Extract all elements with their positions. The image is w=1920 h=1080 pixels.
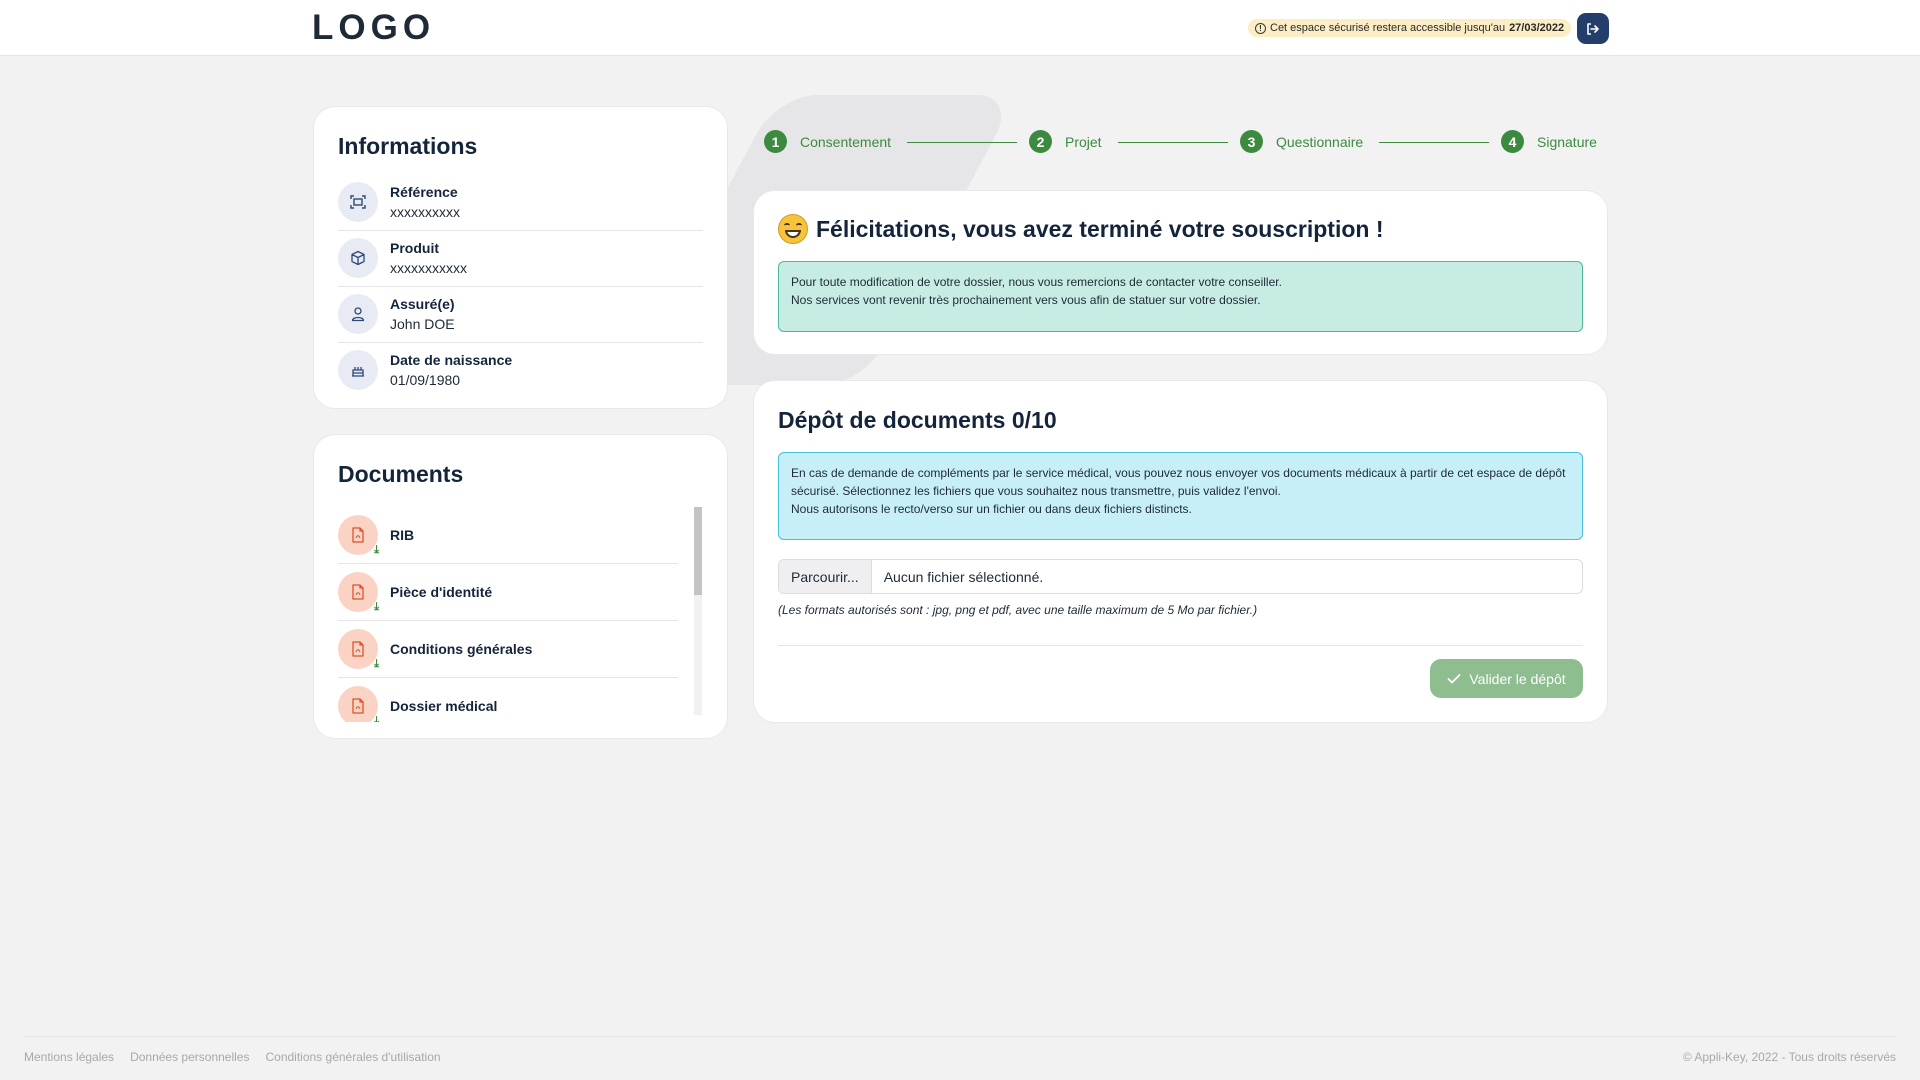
pdf-icon: ⤓ <box>338 572 379 613</box>
info-row-assure: Assuré(e) John DOE <box>338 286 703 343</box>
step-number: 4 <box>1501 130 1524 153</box>
step-label: Signature <box>1537 133 1597 150</box>
documents-scrollbar[interactable] <box>694 507 702 715</box>
check-icon <box>1447 673 1461 683</box>
documents-title: Documents <box>338 461 464 487</box>
info-circle-icon: ! <box>1255 22 1266 34</box>
browse-button[interactable]: Parcourir... <box>779 560 872 593</box>
document-label: Pièce d'identité <box>390 584 493 600</box>
document-label: Conditions générales <box>390 641 533 657</box>
divider <box>778 645 1583 646</box>
validate-label: Valider le dépôt <box>1469 670 1566 687</box>
logo[interactable]: LOGO <box>312 8 435 48</box>
logout-button[interactable] <box>1577 13 1609 44</box>
document-item-conditions-generales[interactable]: ⤓ Conditions générales <box>338 621 678 678</box>
step-connector <box>1379 142 1489 143</box>
document-label: Dossier médical <box>390 698 498 714</box>
user-icon <box>338 294 378 334</box>
notice-date: 27/03/2022 <box>1509 22 1565 34</box>
info-row-produit: Produit xxxxxxxxxxx <box>338 230 703 287</box>
file-status-text[interactable]: Aucun fichier sélectionné. <box>872 560 1044 593</box>
pdf-icon: ⤓ <box>338 686 379 722</box>
step-number: 3 <box>1240 130 1263 153</box>
top-header: LOGO ! Cet espace sécurisé restera acces… <box>0 0 1920 56</box>
produit-value: xxxxxxxxxxx <box>390 260 467 276</box>
step-number: 1 <box>764 130 787 153</box>
date-naissance-label: Date de naissance <box>390 352 513 368</box>
alert-line: Pour toute modification de votre dossier… <box>791 275 1282 289</box>
allowed-formats-note: (Les formats autorisés sont : jpg, png e… <box>778 603 1258 617</box>
info-row-reference: Référence xxxxxxxxxx <box>338 174 703 231</box>
step-connector <box>1118 142 1228 143</box>
scan-icon <box>338 182 378 222</box>
alert-line: sécurisé. Sélectionnez les fichiers que … <box>791 484 1281 498</box>
document-item-dossier-medical[interactable]: ⤓ Dossier médical <box>338 678 678 722</box>
scrollbar-thumb[interactable] <box>694 507 702 595</box>
pdf-icon: ⤓ <box>338 629 379 670</box>
step-projet: 2 Projet <box>1029 130 1102 153</box>
step-label: Consentement <box>800 133 892 150</box>
assure-label: Assuré(e) <box>390 296 455 312</box>
reference-value: xxxxxxxxxx <box>390 204 460 220</box>
documents-card: Documents ⤓ RIB ⤓ Pièce d'identité ⤓ Con… <box>313 434 728 739</box>
logout-icon <box>1587 22 1599 35</box>
document-label: RIB <box>390 527 415 543</box>
download-icon: ⤓ <box>374 601 379 613</box>
informations-card: Informations Référence xxxxxxxxxx Produi… <box>313 106 728 409</box>
reference-label: Référence <box>390 184 458 200</box>
date-naissance-value: 01/09/1980 <box>390 372 461 388</box>
assure-value: John DOE <box>390 316 455 332</box>
step-signature: 4 Signature <box>1501 130 1597 153</box>
alert-line: Nous autorisons le recto/verso sur un fi… <box>791 502 1192 516</box>
file-input[interactable]: Parcourir... Aucun fichier sélectionné. <box>778 559 1583 594</box>
footer-divider <box>24 1036 1896 1037</box>
footer-link-conditions-generales[interactable]: Conditions générales d'utilisation <box>265 1050 440 1064</box>
pdf-icon: ⤓ <box>338 515 379 556</box>
document-item-piece-identite[interactable]: ⤓ Pièce d'identité <box>338 564 678 621</box>
notice-text: Cet espace sécurisé restera accessible j… <box>1270 22 1506 34</box>
documents-list: ⤓ RIB ⤓ Pièce d'identité ⤓ Conditions gé… <box>338 507 678 722</box>
produit-label: Produit <box>390 240 439 256</box>
info-alert: En cas de demande de compléments par le … <box>778 452 1583 540</box>
access-notice-badge: ! Cet espace sécurisé restera accessible… <box>1248 19 1572 37</box>
step-consentement: 1 Consentement <box>764 130 891 153</box>
validate-upload-button[interactable]: Valider le dépôt <box>1430 659 1583 698</box>
box-icon <box>338 238 378 278</box>
download-icon: ⤓ <box>374 544 379 556</box>
success-alert: Pour toute modification de votre dossier… <box>778 261 1583 332</box>
document-upload-card: Dépôt de documents 0/10 En cas de demand… <box>753 380 1608 723</box>
footer-links: Mentions légales Données personnelles Co… <box>24 1050 441 1064</box>
document-item-rib[interactable]: ⤓ RIB <box>338 507 678 564</box>
alert-line: En cas de demande de compléments par le … <box>791 466 1566 480</box>
step-label: Projet <box>1065 133 1102 150</box>
congratulations-title: Félicitations, vous avez terminé votre s… <box>816 215 1384 242</box>
informations-title: Informations <box>338 133 478 159</box>
step-questionnaire: 3 Questionnaire <box>1240 130 1363 153</box>
cake-icon <box>338 350 378 390</box>
step-connector <box>907 142 1017 143</box>
download-icon: ⤓ <box>374 658 379 670</box>
step-label: Questionnaire <box>1276 133 1364 150</box>
alert-line: Nos services vont revenir très prochaine… <box>791 293 1261 307</box>
info-row-date-naissance: Date de naissance 01/09/1980 <box>338 342 703 398</box>
copyright: © Appli-Key, 2022 - Tous droits réservés <box>1682 1050 1896 1064</box>
upload-title: Dépôt de documents 0/10 <box>778 407 1057 433</box>
footer-link-donnees-personnelles[interactable]: Données personnelles <box>130 1050 249 1064</box>
grinning-face-icon <box>778 214 808 244</box>
congratulations-heading: Félicitations, vous avez terminé votre s… <box>778 214 1383 244</box>
congratulations-card: Félicitations, vous avez terminé votre s… <box>753 190 1608 355</box>
download-icon: ⤓ <box>374 715 379 722</box>
progress-stepper: 1 Consentement 2 Projet 3 Questionnaire … <box>764 130 1599 154</box>
step-number: 2 <box>1029 130 1052 153</box>
footer-link-mentions-legales[interactable]: Mentions légales <box>24 1050 114 1064</box>
